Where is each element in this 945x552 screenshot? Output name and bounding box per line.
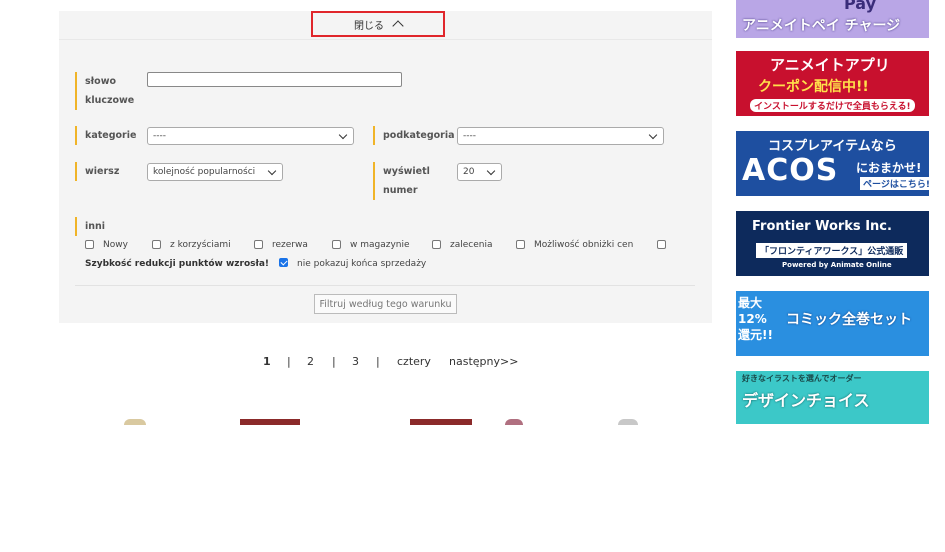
keyword-input[interactable] [147, 72, 402, 87]
banner-acos-top: コスプレアイテムなら [768, 139, 897, 154]
banner-design-title: デザインチョイス [742, 391, 870, 410]
banner-app-title: アニメイトアプリ [770, 56, 890, 74]
checkbox-reserve[interactable] [254, 240, 263, 249]
product-thumbnail[interactable] [240, 419, 300, 425]
checkbox-hide-ended[interactable] [279, 258, 288, 267]
checkbox-benefits-label: z korzyściami [170, 240, 231, 250]
banner-acos-logo: ACOS [742, 153, 839, 188]
banner-app-coupon: クーポン配信中!! [758, 79, 869, 95]
subcategory-select[interactable]: ---- [457, 127, 664, 145]
banner-comic-title: コミック全巻セット [786, 312, 912, 328]
banner-app-install: インストールするだけで全員もらえる! [750, 99, 915, 112]
sort-select[interactable]: kolejność popularności [147, 163, 283, 181]
panel-toggle-bar: 閉じる [59, 11, 712, 40]
checkbox-in-stock[interactable] [332, 240, 341, 249]
product-thumbnail[interactable] [124, 419, 146, 425]
page-1[interactable]: 1 [263, 355, 271, 371]
chevron-down-icon [338, 130, 348, 140]
display-label-line2: numer [383, 185, 418, 196]
display-count-value: 20 [463, 167, 475, 177]
banner-animate-pay[interactable]: Pay アニメイトペイ チャージ [736, 0, 929, 38]
page-separator: | [332, 355, 336, 368]
banner-acos[interactable]: コスプレアイテムなら ACOS におまかせ! ページはこちら! [736, 131, 929, 196]
keyword-label-line2: kluczowe [85, 95, 135, 106]
checkbox-hide-ended-label: nie pokazuj końca sprzedaży [297, 259, 427, 269]
filter-submit-button[interactable]: Filtruj według tego warunku [314, 294, 457, 314]
banner-comic-rate: 最大12%還元!! [738, 296, 773, 342]
sort-label: wiersz [75, 162, 119, 181]
checkbox-price-drop[interactable] [516, 240, 525, 249]
checkbox-recommended[interactable] [432, 240, 441, 249]
checkbox-price-drop-label: Możliwość obniżki cen [534, 240, 634, 250]
search-panel: 閉じる słowo kluczowe kategorie ---- podkat… [59, 11, 712, 323]
product-thumbnail[interactable] [410, 419, 472, 425]
banner-animate-app[interactable]: アニメイトアプリ クーポン配信中!! インストールするだけで全員もらえる! [736, 51, 929, 116]
banner-acos-link: ページはこちら! [860, 177, 929, 190]
close-label: 閉じる [354, 20, 384, 32]
next-page-link[interactable]: następny>> [449, 355, 518, 371]
product-thumbnail[interactable] [505, 419, 523, 425]
checkbox-points-up[interactable] [657, 240, 666, 249]
category-label: kategorie [75, 126, 136, 145]
banner-acos-sub: におまかせ! [856, 161, 922, 175]
subcategory-label: podkategoria [373, 126, 455, 145]
chevron-down-icon [486, 166, 496, 176]
checkbox-benefits[interactable] [152, 240, 161, 249]
keyword-label: słowo kluczowe [75, 72, 134, 110]
banner-pay-top: Pay [844, 0, 877, 13]
other-label: inni [75, 217, 105, 236]
keyword-label-line1: słowo [85, 76, 117, 87]
page-separator: | [287, 355, 291, 368]
category-select-value: ---- [153, 131, 166, 141]
banner-pay-text: アニメイトペイ チャージ [742, 18, 901, 34]
display-count-label: wyświetl numer [373, 162, 430, 200]
close-panel-button[interactable]: 閉じる [311, 11, 445, 37]
banner-frontier-sub: 「フロンティアワークス」公式通販 [756, 243, 908, 258]
banner-comic-set[interactable]: 最大12%還元!! コミック全巻セット [736, 291, 929, 356]
page-separator: | [376, 355, 380, 368]
banner-frontier-works[interactable]: Frontier Works Inc. 「フロンティアワークス」公式通販 Pow… [736, 211, 929, 276]
checkbox-new[interactable] [85, 240, 94, 249]
checkbox-recommended-label: zalecenia [450, 240, 493, 250]
subcategory-select-value: ---- [463, 131, 476, 141]
page-4[interactable]: cztery [397, 355, 431, 371]
checkbox-points-up-label: Szybkość redukcji punktów wzrosła! [85, 259, 270, 269]
chevron-up-icon [392, 20, 404, 32]
page-3[interactable]: 3 [352, 355, 359, 371]
category-select[interactable]: ---- [147, 127, 354, 145]
chevron-down-icon [267, 166, 277, 176]
checkbox-reserve-label: rezerwa [272, 240, 308, 250]
checkbox-new-label: Nowy [103, 240, 128, 250]
page-2[interactable]: 2 [307, 355, 314, 371]
product-thumbnail[interactable] [618, 419, 638, 425]
panel-divider [75, 285, 695, 286]
checkbox-in-stock-label: w magazynie [350, 240, 410, 250]
display-count-select[interactable]: 20 [457, 163, 502, 181]
banner-design-sub: 好きなイラストを選んでオーダー [742, 374, 862, 383]
banner-frontier-title: Frontier Works Inc. [752, 219, 892, 234]
chevron-down-icon [648, 130, 658, 140]
display-label-line1: wyświetl [383, 166, 430, 177]
banner-design-choice[interactable]: 好きなイラストを選んでオーダー デザインチョイス [736, 371, 929, 424]
banner-frontier-powered: Powered by Animate Online [782, 261, 892, 269]
sort-select-value: kolejność popularności [153, 167, 256, 177]
